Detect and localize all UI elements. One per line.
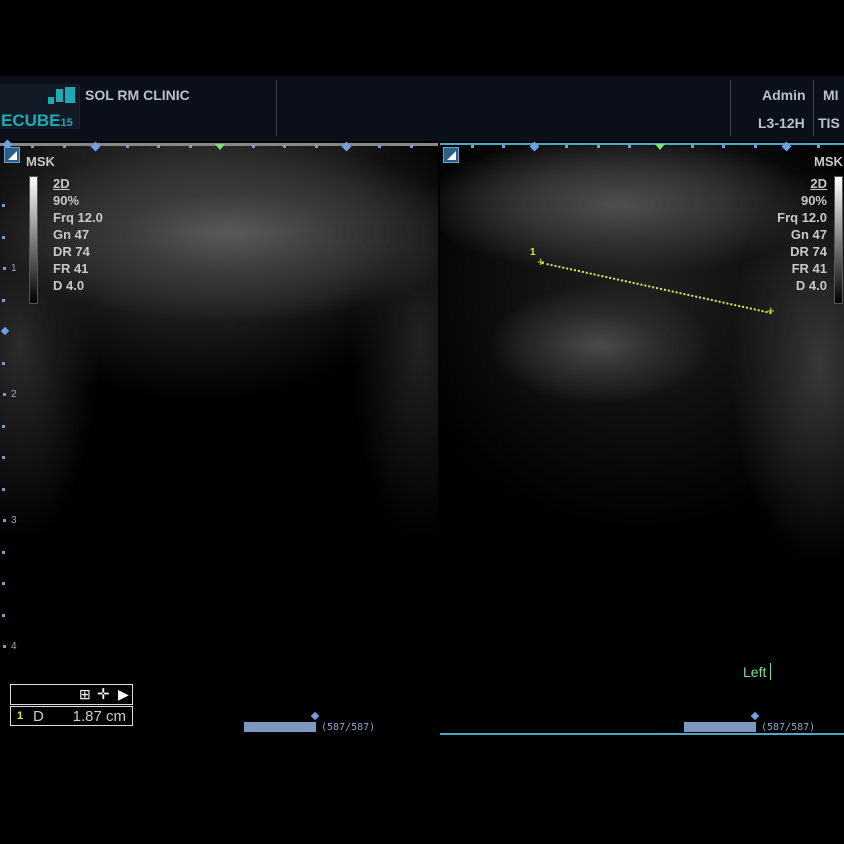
cine-frame-count: (587/587): [321, 722, 376, 733]
caliper-start-icon[interactable]: +: [537, 255, 545, 268]
measurement-result: 1 D 1.87 cm: [10, 706, 133, 726]
header-bar: ECUBE15 SOL RM CLINIC Admin MI L3-12H TI…: [0, 76, 844, 141]
preset-label: MSK: [814, 154, 843, 169]
play-icon[interactable]: ▶: [118, 686, 129, 703]
cine-frame-count: (587/587): [761, 722, 816, 733]
caliper-end-icon[interactable]: +: [767, 304, 775, 317]
preset-label: MSK: [26, 154, 55, 169]
grayscale-bar: [834, 176, 843, 304]
probe-name: L3-12H: [758, 115, 805, 131]
annotation-text[interactable]: Left: [743, 663, 772, 680]
cine-progress-bar-left[interactable]: [244, 722, 316, 732]
logo-cubes-icon: [48, 87, 76, 107]
ecube-logo: ECUBE15: [0, 84, 80, 130]
center-marker-icon: [655, 144, 665, 150]
measurement-toolbar: ⊞ ✛ ▶: [10, 684, 133, 705]
move-icon[interactable]: ✛: [97, 685, 110, 703]
mi-label: MI: [823, 87, 839, 103]
probe-orientation-icon: [443, 147, 459, 163]
active-panel-underline: [440, 733, 844, 735]
user-name: Admin: [762, 87, 806, 103]
clinic-name: SOL RM CLINIC: [85, 87, 190, 103]
caliper-label: 1: [530, 247, 536, 258]
imaging-params-left: 2D 90% Frq 12.0 Gn 47 DR 74 FR 41 D 4.0: [53, 176, 103, 293]
grid-icon[interactable]: ⊞: [79, 686, 91, 703]
tis-label: TIS: [818, 115, 840, 131]
probe-orientation-icon: [4, 147, 20, 163]
imaging-params-right: 2D 90% Frq 12.0 Gn 47 DR 74 FR 41 D 4.0: [777, 176, 827, 293]
cine-progress-bar-right[interactable]: [684, 722, 756, 732]
grayscale-bar: [29, 176, 38, 304]
center-marker-icon: [215, 144, 225, 150]
